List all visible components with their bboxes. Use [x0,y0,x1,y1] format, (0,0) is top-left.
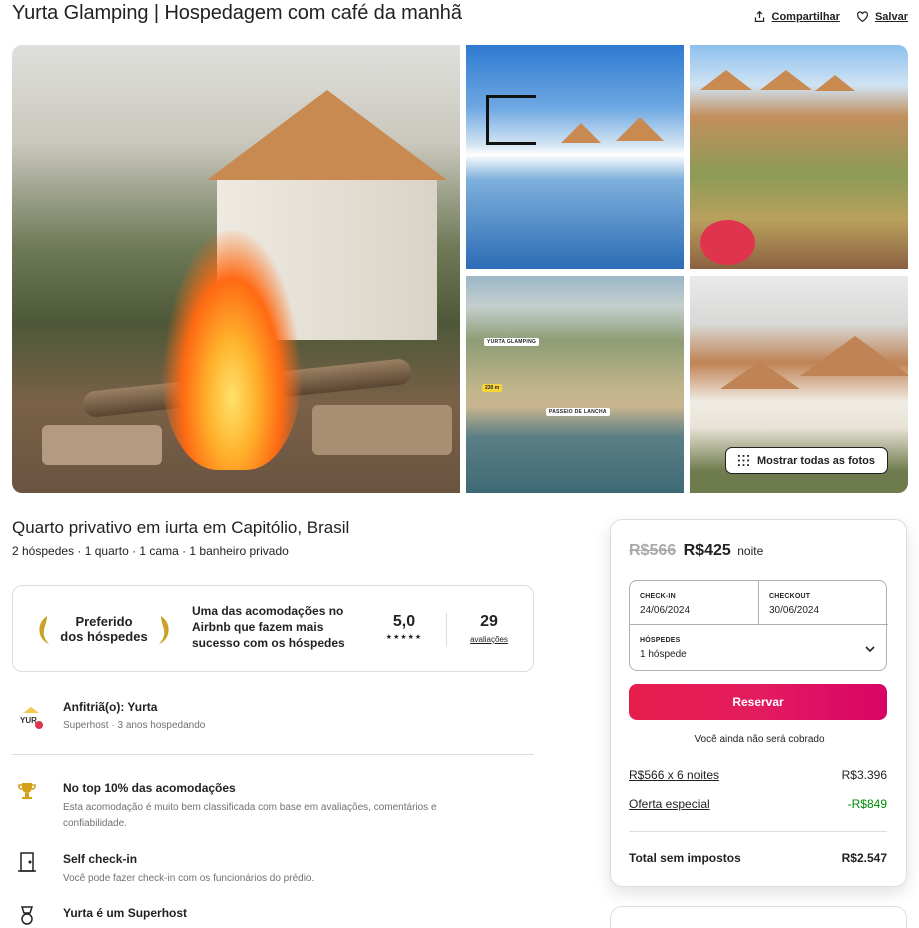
reviews-count: 29 [480,613,498,630]
yurt-shape [561,123,601,143]
host-section: YUR Anfitriã(o): Yurta Superhost · 3 ano… [12,699,534,755]
show-all-photos-button[interactable]: Mostrar todas as fotos [725,447,888,474]
checkin-value: 24/06/2024 [640,605,691,616]
yurt-shape [720,361,800,389]
page-title: Yurta Glamping | Hospedagem com café da … [12,2,462,24]
host-name: Anfitriã(o): Yurta [63,700,158,714]
checkin-field[interactable]: CHECK-IN 24/06/2024 [630,581,759,625]
trophy-icon [18,783,36,799]
feature-title: Yurta é um Superhost [63,906,188,920]
fire-rock [42,425,162,465]
save-button[interactable]: Salvar [856,10,908,23]
yurt-logo-icon: YUR [20,707,43,729]
save-label: Salvar [874,10,908,23]
share-icon [754,10,764,22]
special-offer-link[interactable]: Oferta especial [629,797,710,811]
listing-details: Quarto privativo em iurta em Capitólio, … [12,518,534,925]
yurt-shape [207,90,447,180]
guests-dropdown[interactable]: HÓSPEDES 1 hóspede [630,625,888,670]
price-breakdown-offer: Oferta especial -R$849 [629,797,887,811]
host-avatar[interactable]: YUR [15,703,47,735]
total-line: Total sem impostos R$2.547 [629,851,887,865]
guests-label: HÓSPEDES [640,637,681,644]
aerial-distance-tag: 230 m [482,384,503,392]
photo-gallery: YURTA GLAMPING 230 m PASSEIO DE LANCHA [12,45,908,493]
yurt-shape [815,75,855,91]
host-details: Superhost · 3 anos hospedando [63,720,206,731]
guest-favorite-description: Uma das acomodações no Airbnb que fazem … [192,604,345,650]
share-label: Compartilhar [771,10,840,23]
photo-aerial-map[interactable]: YURTA GLAMPING 230 m PASSEIO DE LANCHA [466,276,684,493]
guests-value: 1 hóspede [640,649,687,660]
feature-title: Self check-in [63,852,138,866]
campfire-flame [162,230,302,470]
yurt-shape [700,70,752,90]
special-offer-discount: -R$849 [847,797,887,811]
guest-favorite-badge: Preferido dos hóspedes [33,610,175,648]
total-value: R$2.547 [841,851,887,865]
photo-pool-reflection[interactable] [466,45,684,269]
door-icon [18,852,36,872]
share-button[interactable]: Compartilhar [753,10,840,23]
checkout-label: CHECKOUT [769,593,811,600]
checkin-label: CHECK-IN [640,593,676,600]
photo-yurts-lawn[interactable] [690,45,908,269]
guest-favorite-card: Preferido dos hóspedes Uma das acomodaçõ… [12,585,534,672]
aerial-label: YURTA GLAMPING [484,338,540,346]
nights-breakdown-link[interactable]: R$566 x 6 noites [629,768,719,782]
section-divider [12,754,534,755]
price-breakdown-nights: R$566 x 6 noites R$3.396 [629,768,887,782]
header-actions: Compartilhar Salvar [753,10,908,23]
title-bar: Yurta Glamping | Hospedagem com café da … [12,2,908,32]
feature-description: Você pode fazer check-in com os funcioná… [63,873,315,884]
rating-block: 5,0 ★★★★★ [375,613,433,641]
pool-frame [486,95,536,145]
discounted-price: R$425 [683,542,731,559]
booking-card: R$566 R$425 noite CHECK-IN 24/06/2024 CH… [610,519,907,887]
star-icons: ★★★★★ [385,634,423,641]
yurt-shape [760,70,812,90]
main-photo-campfire[interactable] [12,45,460,493]
feature-title: No top 10% das acomodações [63,781,236,795]
checkout-value: 30/06/2024 [769,605,820,616]
total-label: Total sem impostos [629,851,741,865]
reviews-block[interactable]: 29 avaliações [459,613,519,644]
price-unit: noite [737,544,764,558]
no-charge-notice: Você ainda não será cobrado [694,734,825,745]
badge-text: Preferido dos hóspedes [60,614,147,644]
price-line: R$566 R$425 noite [629,542,763,560]
medal-icon [20,906,34,925]
laurel-left-icon [39,616,49,644]
checkout-field[interactable]: CHECKOUT 30/06/2024 [759,581,888,625]
fire-rock [312,405,452,455]
badge-line-1: Preferido [75,614,133,629]
original-price: R$566 [629,542,677,559]
reserve-button[interactable]: Reservar [629,684,887,720]
divider [446,613,447,647]
badge-line-2: dos hóspedes [60,629,148,644]
grid-icon [738,455,750,466]
feature-description: Esta acomodação é muito bem classificada… [63,802,437,829]
yurt-shape [800,336,908,376]
reviews-link[interactable]: avaliações [459,635,519,644]
chevron-down-icon [865,646,875,653]
listing-subtitle: 2 hóspedes · 1 quarto · 1 cama · 1 banhe… [12,544,289,558]
heart-icon [856,11,868,23]
show-all-label: Mostrar todas as fotos [757,454,875,467]
svg-text:YUR: YUR [20,716,37,725]
booking-divider [629,831,887,832]
laurel-right-icon [159,616,169,644]
flowers [700,220,755,265]
aerial-label: PASSEIO DE LANCHA [546,408,610,416]
yurt-shape [616,117,664,141]
listing-title: Quarto privativo em iurta em Capitólio, … [12,518,350,537]
rating-value: 5,0 [392,613,416,630]
secondary-card [610,906,907,928]
date-guest-picker: CHECK-IN 24/06/2024 CHECKOUT 30/06/2024 … [629,580,888,671]
nights-subtotal: R$3.396 [841,768,887,782]
